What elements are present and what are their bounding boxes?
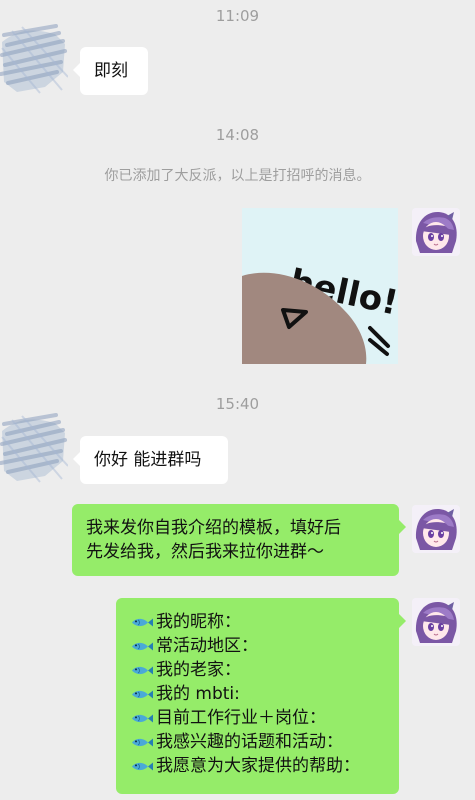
fish-icon bbox=[132, 738, 153, 746]
user-avatar[interactable] bbox=[412, 598, 460, 646]
fish-icon bbox=[132, 762, 153, 770]
template-item: 我的 mbti: bbox=[130, 682, 389, 706]
template-item-text: 我愿意为大家提供的帮助： bbox=[156, 756, 360, 776]
template-item: 常活动地区： bbox=[130, 634, 389, 658]
message-text: 即刻 bbox=[94, 61, 128, 81]
contact-avatar-image bbox=[0, 24, 69, 94]
template-item: 目前工作行业＋岗位： bbox=[130, 706, 389, 730]
contact-avatar[interactable] bbox=[0, 14, 69, 96]
template-item: 我的老家： bbox=[130, 658, 389, 682]
timestamp: 15:40 bbox=[215, 395, 260, 413]
template-item-text: 常活动地区： bbox=[156, 636, 258, 656]
self-introduction-template: 我的昵称： 常活动地区： 我的老家： 我的 mbti: 目前工作行业＋岗位： 我… bbox=[130, 610, 389, 778]
template-item: 我愿意为大家提供的帮助： bbox=[130, 754, 389, 778]
fish-icon bbox=[132, 642, 153, 650]
template-item-text: 我的老家： bbox=[156, 660, 241, 680]
hello-sticker[interactable]: hello! bbox=[242, 208, 398, 364]
incoming-message[interactable]: 即刻 bbox=[73, 47, 148, 95]
contact-avatar[interactable] bbox=[0, 403, 69, 485]
message-line-2: 先发给我，然后我来拉你进群～ bbox=[86, 542, 324, 562]
timestamp: 11:09 bbox=[215, 7, 260, 25]
template-item: 我感兴趣的话题和活动： bbox=[130, 730, 389, 754]
sticker-drawing: hello! bbox=[242, 262, 398, 364]
template-item-text: 我的 mbti: bbox=[156, 684, 240, 704]
user-avatar[interactable] bbox=[412, 505, 460, 553]
fish-icon bbox=[132, 666, 153, 674]
template-item-text: 目前工作行业＋岗位： bbox=[156, 708, 326, 728]
message-line-1: 我来发你自我介绍的模板，填好后 bbox=[86, 518, 341, 538]
template-item-text: 我的昵称： bbox=[156, 612, 241, 632]
template-message[interactable]: 我的昵称： 常活动地区： 我的老家： 我的 mbti: 目前工作行业＋岗位： 我… bbox=[116, 598, 406, 794]
template-item: 我的昵称： bbox=[130, 610, 389, 634]
fish-icon bbox=[132, 690, 153, 698]
template-item-text: 我感兴趣的话题和活动： bbox=[156, 732, 343, 752]
incoming-message[interactable]: 你好 能进群吗 bbox=[73, 436, 228, 484]
user-avatar-image bbox=[412, 208, 460, 256]
timestamp: 14:08 bbox=[215, 126, 260, 144]
fish-icon bbox=[132, 618, 153, 626]
fish-icon bbox=[132, 714, 153, 722]
user-avatar-image bbox=[412, 598, 460, 646]
contact-avatar-image bbox=[0, 413, 69, 483]
user-avatar[interactable] bbox=[412, 208, 460, 256]
system-notice: 你已添加了大反派，以上是打招呼的消息。 bbox=[104, 168, 371, 184]
outgoing-message[interactable]: 我来发你自我介绍的模板，填好后 先发给我，然后我来拉你进群～ bbox=[72, 504, 406, 576]
message-text: 你好 能进群吗 bbox=[94, 450, 202, 470]
user-avatar-image bbox=[412, 505, 460, 553]
